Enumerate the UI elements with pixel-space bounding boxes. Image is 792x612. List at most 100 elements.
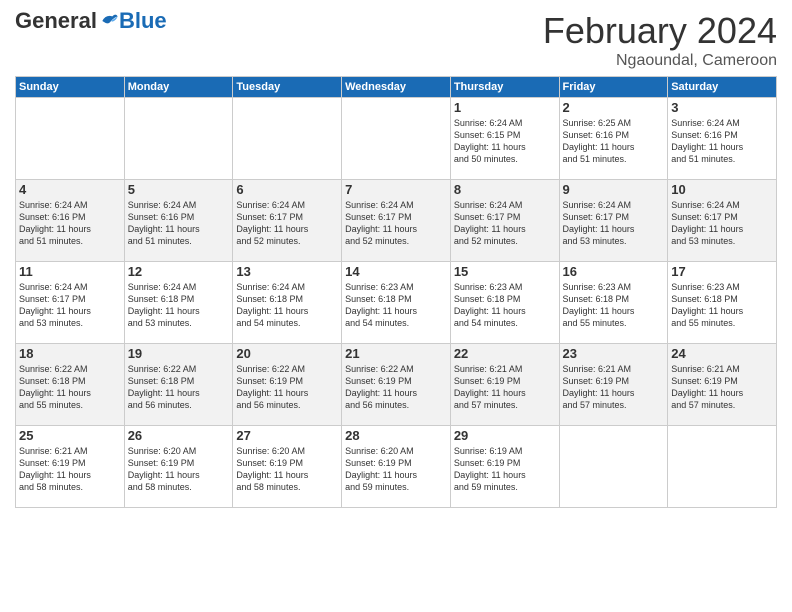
col-thursday: Thursday [450,77,559,98]
day-cell: 26Sunrise: 6:20 AM Sunset: 6:19 PM Dayli… [124,426,233,508]
week-row-0: 1 Sunrise: 6:24 AM Sunset: 6:15 PM Daylig… [16,98,777,180]
day-info: Sunrise: 6:22 AM Sunset: 6:19 PM Dayligh… [345,363,447,412]
day-cell: 5 Sunrise: 6:24 AM Sunset: 6:16 PM Daylig… [124,180,233,262]
calendar-table: Sunday Monday Tuesday Wednesday Thursday… [15,76,777,508]
day-info: Sunrise: 6:24 AM Sunset: 6:17 PM Dayligh… [563,199,665,248]
day-info: Sunrise: 6:24 AM Sunset: 6:16 PM Dayligh… [128,199,230,248]
day-info: Sunrise: 6:24 AM Sunset: 6:17 PM Dayligh… [345,199,447,248]
day-number: 1 [454,100,556,115]
day-number: 25 [19,428,121,443]
day-cell: 14 Sunrise: 6:23 AM Sunset: 6:18 PM Dayli… [342,262,451,344]
week-row-2: 11 Sunrise: 6:24 AM Sunset: 6:17 PM Dayli… [16,262,777,344]
day-cell: 24 Sunrise: 6:21 AM Sunset: 6:19 PM Dayli… [668,344,777,426]
day-number: 3 [671,100,773,115]
day-cell: 23Sunrise: 6:21 AM Sunset: 6:19 PM Dayli… [559,344,668,426]
day-number: 9 [563,182,665,197]
day-info: Sunrise: 6:21 AM Sunset: 6:19 PM Dayligh… [671,363,773,412]
day-cell: 11 Sunrise: 6:24 AM Sunset: 6:17 PM Dayli… [16,262,125,344]
day-cell: 21 Sunrise: 6:22 AM Sunset: 6:19 PM Dayli… [342,344,451,426]
logo: General Blue [15,10,167,32]
day-cell: 8 Sunrise: 6:24 AM Sunset: 6:17 PM Daylig… [450,180,559,262]
day-cell: 2Sunrise: 6:25 AM Sunset: 6:16 PM Daylig… [559,98,668,180]
day-info: Sunrise: 6:24 AM Sunset: 6:15 PM Dayligh… [454,117,556,166]
logo-general-text: General [15,10,97,32]
day-cell: 1 Sunrise: 6:24 AM Sunset: 6:15 PM Daylig… [450,98,559,180]
col-wednesday: Wednesday [342,77,451,98]
day-number: 21 [345,346,447,361]
col-tuesday: Tuesday [233,77,342,98]
day-number: 15 [454,264,556,279]
day-info: Sunrise: 6:20 AM Sunset: 6:19 PM Dayligh… [128,445,230,494]
day-cell: 3 Sunrise: 6:24 AM Sunset: 6:16 PM Daylig… [668,98,777,180]
week-row-4: 25 Sunrise: 6:21 AM Sunset: 6:19 PM Dayli… [16,426,777,508]
day-info: Sunrise: 6:24 AM Sunset: 6:17 PM Dayligh… [236,199,338,248]
day-info: Sunrise: 6:24 AM Sunset: 6:16 PM Dayligh… [671,117,773,166]
day-info: Sunrise: 6:23 AM Sunset: 6:18 PM Dayligh… [345,281,447,330]
col-saturday: Saturday [668,77,777,98]
col-sunday: Sunday [16,77,125,98]
day-number: 22 [454,346,556,361]
day-number: 5 [128,182,230,197]
day-cell [16,98,125,180]
day-info: Sunrise: 6:24 AM Sunset: 6:17 PM Dayligh… [454,199,556,248]
day-cell: 12 Sunrise: 6:24 AM Sunset: 6:18 PM Dayli… [124,262,233,344]
day-cell: 25 Sunrise: 6:21 AM Sunset: 6:19 PM Dayli… [16,426,125,508]
day-cell: 27 Sunrise: 6:20 AM Sunset: 6:19 PM Dayli… [233,426,342,508]
day-info: Sunrise: 6:23 AM Sunset: 6:18 PM Dayligh… [563,281,665,330]
day-cell: 20 Sunrise: 6:22 AM Sunset: 6:19 PM Dayli… [233,344,342,426]
day-number: 17 [671,264,773,279]
day-info: Sunrise: 6:22 AM Sunset: 6:18 PM Dayligh… [128,363,230,412]
day-info: Sunrise: 6:22 AM Sunset: 6:18 PM Dayligh… [19,363,121,412]
day-number: 11 [19,264,121,279]
day-number: 7 [345,182,447,197]
day-cell: 29Sunrise: 6:19 AM Sunset: 6:19 PM Dayli… [450,426,559,508]
day-info: Sunrise: 6:24 AM Sunset: 6:17 PM Dayligh… [19,281,121,330]
day-cell: 6 Sunrise: 6:24 AM Sunset: 6:17 PM Daylig… [233,180,342,262]
header: General Blue February 2024 Ngaoundal, Ca… [15,10,777,70]
day-cell [342,98,451,180]
day-info: Sunrise: 6:20 AM Sunset: 6:19 PM Dayligh… [345,445,447,494]
day-number: 13 [236,264,338,279]
day-cell: 9 Sunrise: 6:24 AM Sunset: 6:17 PM Daylig… [559,180,668,262]
page: General Blue February 2024 Ngaoundal, Ca… [0,0,792,612]
day-number: 16 [563,264,665,279]
day-number: 18 [19,346,121,361]
day-info: Sunrise: 6:22 AM Sunset: 6:19 PM Dayligh… [236,363,338,412]
day-info: Sunrise: 6:23 AM Sunset: 6:18 PM Dayligh… [454,281,556,330]
day-info: Sunrise: 6:21 AM Sunset: 6:19 PM Dayligh… [19,445,121,494]
month-title: February 2024 [543,10,777,52]
day-number: 10 [671,182,773,197]
week-row-1: 4Sunrise: 6:24 AM Sunset: 6:16 PM Daylig… [16,180,777,262]
day-info: Sunrise: 6:20 AM Sunset: 6:19 PM Dayligh… [236,445,338,494]
day-cell: 19Sunrise: 6:22 AM Sunset: 6:18 PM Dayli… [124,344,233,426]
day-cell [668,426,777,508]
day-info: Sunrise: 6:21 AM Sunset: 6:19 PM Dayligh… [563,363,665,412]
day-cell: 4Sunrise: 6:24 AM Sunset: 6:16 PM Daylig… [16,180,125,262]
day-number: 8 [454,182,556,197]
day-info: Sunrise: 6:24 AM Sunset: 6:16 PM Dayligh… [19,199,121,248]
day-cell [124,98,233,180]
day-info: Sunrise: 6:24 AM Sunset: 6:18 PM Dayligh… [236,281,338,330]
day-info: Sunrise: 6:24 AM Sunset: 6:17 PM Dayligh… [671,199,773,248]
day-info: Sunrise: 6:24 AM Sunset: 6:18 PM Dayligh… [128,281,230,330]
day-number: 24 [671,346,773,361]
day-info: Sunrise: 6:23 AM Sunset: 6:18 PM Dayligh… [671,281,773,330]
day-number: 20 [236,346,338,361]
col-friday: Friday [559,77,668,98]
day-cell: 28 Sunrise: 6:20 AM Sunset: 6:19 PM Dayli… [342,426,451,508]
day-cell: 7 Sunrise: 6:24 AM Sunset: 6:17 PM Daylig… [342,180,451,262]
day-cell: 10 Sunrise: 6:24 AM Sunset: 6:17 PM Dayli… [668,180,777,262]
day-number: 28 [345,428,447,443]
day-cell: 15 Sunrise: 6:23 AM Sunset: 6:18 PM Dayli… [450,262,559,344]
col-monday: Monday [124,77,233,98]
day-info: Sunrise: 6:19 AM Sunset: 6:19 PM Dayligh… [454,445,556,494]
day-cell: 16 Sunrise: 6:23 AM Sunset: 6:18 PM Dayli… [559,262,668,344]
day-number: 14 [345,264,447,279]
location-subtitle: Ngaoundal, Cameroon [543,52,777,70]
day-cell [559,426,668,508]
day-number: 2 [563,100,665,115]
day-number: 12 [128,264,230,279]
day-number: 6 [236,182,338,197]
day-number: 27 [236,428,338,443]
day-cell: 22Sunrise: 6:21 AM Sunset: 6:19 PM Dayli… [450,344,559,426]
